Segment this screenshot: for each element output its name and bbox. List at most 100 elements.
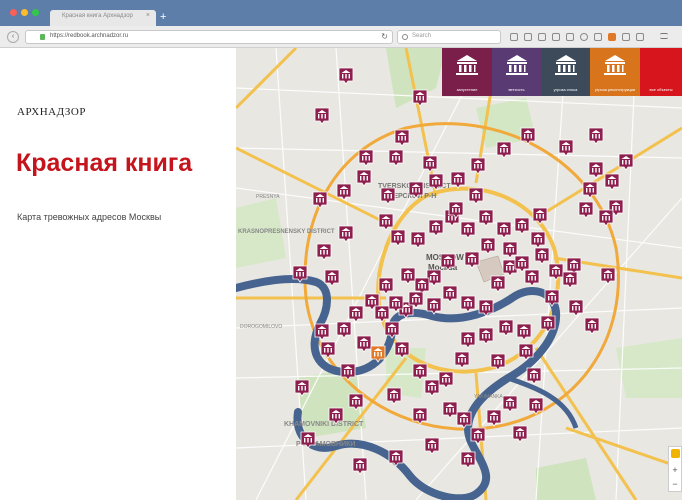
map-marker[interactable] xyxy=(460,331,476,349)
download-icon[interactable] xyxy=(524,33,532,41)
map-marker[interactable] xyxy=(316,243,332,261)
map-marker[interactable] xyxy=(338,225,354,243)
map-marker[interactable] xyxy=(450,171,466,189)
map-marker[interactable] xyxy=(588,161,604,179)
map-marker[interactable] xyxy=(470,157,486,175)
map-marker[interactable] xyxy=(582,181,598,199)
map-marker[interactable] xyxy=(324,269,340,287)
map-marker[interactable] xyxy=(516,323,532,341)
map-marker[interactable] xyxy=(390,229,406,247)
map-marker[interactable] xyxy=(530,231,546,249)
map-marker[interactable] xyxy=(338,67,354,85)
back-icon[interactable]: ‹ xyxy=(7,31,19,43)
menu-icon[interactable] xyxy=(660,33,668,39)
category-button-4[interactable]: все объекты xyxy=(640,48,682,96)
zoom-in-button[interactable]: + xyxy=(669,465,681,475)
pegman-icon[interactable] xyxy=(671,449,680,458)
extension-icon[interactable] xyxy=(594,33,602,41)
sync-icon[interactable] xyxy=(566,33,574,41)
map-marker[interactable] xyxy=(460,451,476,469)
map-marker[interactable] xyxy=(422,155,438,173)
map-marker[interactable] xyxy=(584,317,600,335)
map-marker[interactable] xyxy=(352,457,368,475)
bookmark-icon[interactable] xyxy=(510,33,518,41)
map-marker[interactable] xyxy=(386,387,402,405)
map-marker[interactable] xyxy=(460,221,476,239)
map-marker[interactable] xyxy=(356,335,372,353)
map-marker[interactable] xyxy=(374,305,390,323)
pocket-icon[interactable] xyxy=(538,33,546,41)
map-marker[interactable] xyxy=(604,173,620,191)
map-marker[interactable] xyxy=(578,201,594,219)
map-marker[interactable] xyxy=(424,437,440,455)
map-marker[interactable] xyxy=(600,267,616,285)
map-marker[interactable] xyxy=(314,107,330,125)
map-marker[interactable] xyxy=(588,127,604,145)
map-marker[interactable] xyxy=(496,141,512,159)
map-marker[interactable] xyxy=(442,285,458,303)
new-tab-button[interactable]: + xyxy=(160,11,166,23)
map-marker[interactable] xyxy=(378,213,394,231)
tab-close-icon[interactable]: × xyxy=(146,12,150,19)
search-input[interactable]: Search xyxy=(397,30,501,44)
reload-icon[interactable]: ↻ xyxy=(381,32,388,41)
map-marker[interactable] xyxy=(380,187,396,205)
map-marker[interactable] xyxy=(384,321,400,339)
map-marker[interactable] xyxy=(512,425,528,443)
map-marker[interactable] xyxy=(526,367,542,385)
map-marker[interactable] xyxy=(524,269,540,287)
url-bar[interactable]: https://redbook.archnadzor.ru ↻ xyxy=(25,30,393,44)
map-marker[interactable] xyxy=(438,371,454,389)
overflow-icon[interactable] xyxy=(636,33,644,41)
map-marker[interactable] xyxy=(598,209,614,227)
category-button-0[interactable]: запустение xyxy=(442,48,492,96)
map-marker[interactable] xyxy=(496,221,512,239)
map-marker[interactable] xyxy=(356,169,372,187)
map-marker[interactable] xyxy=(486,409,502,427)
map-marker[interactable] xyxy=(454,351,470,369)
map-marker[interactable] xyxy=(442,401,458,419)
map-marker[interactable] xyxy=(312,191,328,209)
map-marker[interactable] xyxy=(490,275,506,293)
zoom-out-button[interactable]: − xyxy=(669,479,681,489)
map-marker[interactable] xyxy=(388,149,404,167)
map-marker[interactable] xyxy=(424,379,440,397)
map-marker[interactable] xyxy=(400,267,416,285)
map-marker[interactable] xyxy=(460,295,476,313)
site-logo[interactable]: АРХНАДЗОР xyxy=(17,106,86,118)
map-marker[interactable] xyxy=(478,209,494,227)
map-marker[interactable] xyxy=(498,319,514,337)
map-marker[interactable] xyxy=(428,219,444,237)
map-marker[interactable] xyxy=(532,207,548,225)
map-marker[interactable] xyxy=(464,251,480,269)
category-button-1[interactable]: ветхость xyxy=(492,48,541,96)
map-marker[interactable] xyxy=(394,129,410,147)
map-marker[interactable] xyxy=(410,231,426,249)
maximize-window-button[interactable] xyxy=(32,9,39,16)
home-icon[interactable] xyxy=(552,33,560,41)
addon-icon[interactable] xyxy=(608,33,616,41)
map-marker[interactable] xyxy=(478,327,494,345)
category-button-3[interactable]: угроза реконструкции xyxy=(590,48,640,96)
map-marker[interactable] xyxy=(468,187,484,205)
map-marker[interactable] xyxy=(520,127,536,145)
map-marker[interactable] xyxy=(412,89,428,107)
map-canvas[interactable]: TVERSKOY DISTRICT ТВЕРСКОЙ Р-Н KRASNOPRE… xyxy=(236,48,682,500)
map-marker[interactable] xyxy=(562,271,578,289)
shield-icon[interactable] xyxy=(622,33,630,41)
map-marker[interactable] xyxy=(336,183,352,201)
map-marker[interactable] xyxy=(378,277,394,295)
category-button-2[interactable]: угроза сноса xyxy=(541,48,590,96)
browser-tab[interactable]: Красная книга Архнадзор × xyxy=(50,10,156,26)
info-icon[interactable] xyxy=(580,33,588,41)
map-marker[interactable] xyxy=(502,395,518,413)
map-marker[interactable] xyxy=(534,247,550,265)
map-marker[interactable] xyxy=(320,341,336,359)
map-marker[interactable] xyxy=(348,305,364,323)
minimize-window-button[interactable] xyxy=(21,9,28,16)
map-marker[interactable] xyxy=(558,139,574,157)
close-window-button[interactable] xyxy=(10,9,17,16)
map-marker[interactable] xyxy=(358,149,374,167)
map-marker[interactable] xyxy=(514,217,530,235)
map-marker[interactable] xyxy=(480,237,496,255)
